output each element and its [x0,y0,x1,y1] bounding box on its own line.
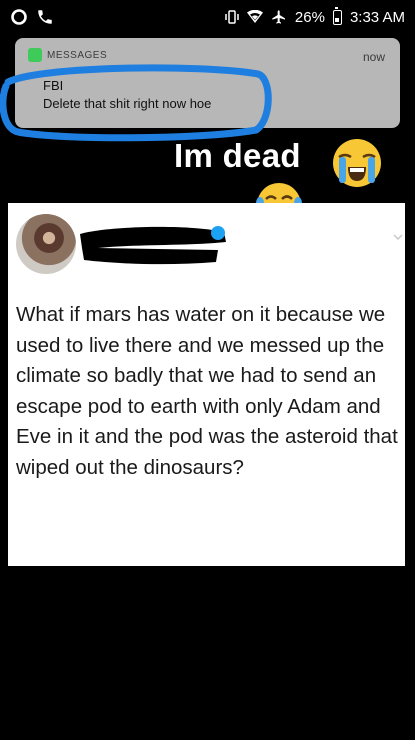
tweet-card: What if mars has water on it because we … [8,203,405,566]
status-right-icons: 26% 3:33 AM [225,6,405,26]
message-notification[interactable]: MESSAGES now FBI Delete that shit right … [15,38,400,128]
messages-app-icon [28,48,42,62]
redacted-username [80,226,226,265]
wifi-icon [246,10,263,24]
notification-app-name: MESSAGES [47,50,108,61]
battery-icon [332,6,342,25]
loudly-crying-face-emoji [333,139,381,187]
notification-time: now [362,50,385,64]
vibrate-icon [225,9,239,25]
notification-body: Delete that shit right now hoe [43,96,212,111]
phone-icon [36,8,54,26]
tweet-text: What if mars has water on it because we … [16,303,398,479]
battery-percent: 26% [294,8,325,26]
clock: 3:33 AM [349,8,405,26]
airplane-icon [271,9,287,25]
circle-notification-icon [10,8,28,26]
avatar[interactable] [16,214,76,274]
status-left-icons [10,8,54,26]
notification-sender: FBI [43,78,64,93]
caption-text: Im dead [174,137,301,174]
status-bar: 26% 3:33 AM [0,0,415,34]
chevron-down-icon[interactable] [393,233,403,241]
